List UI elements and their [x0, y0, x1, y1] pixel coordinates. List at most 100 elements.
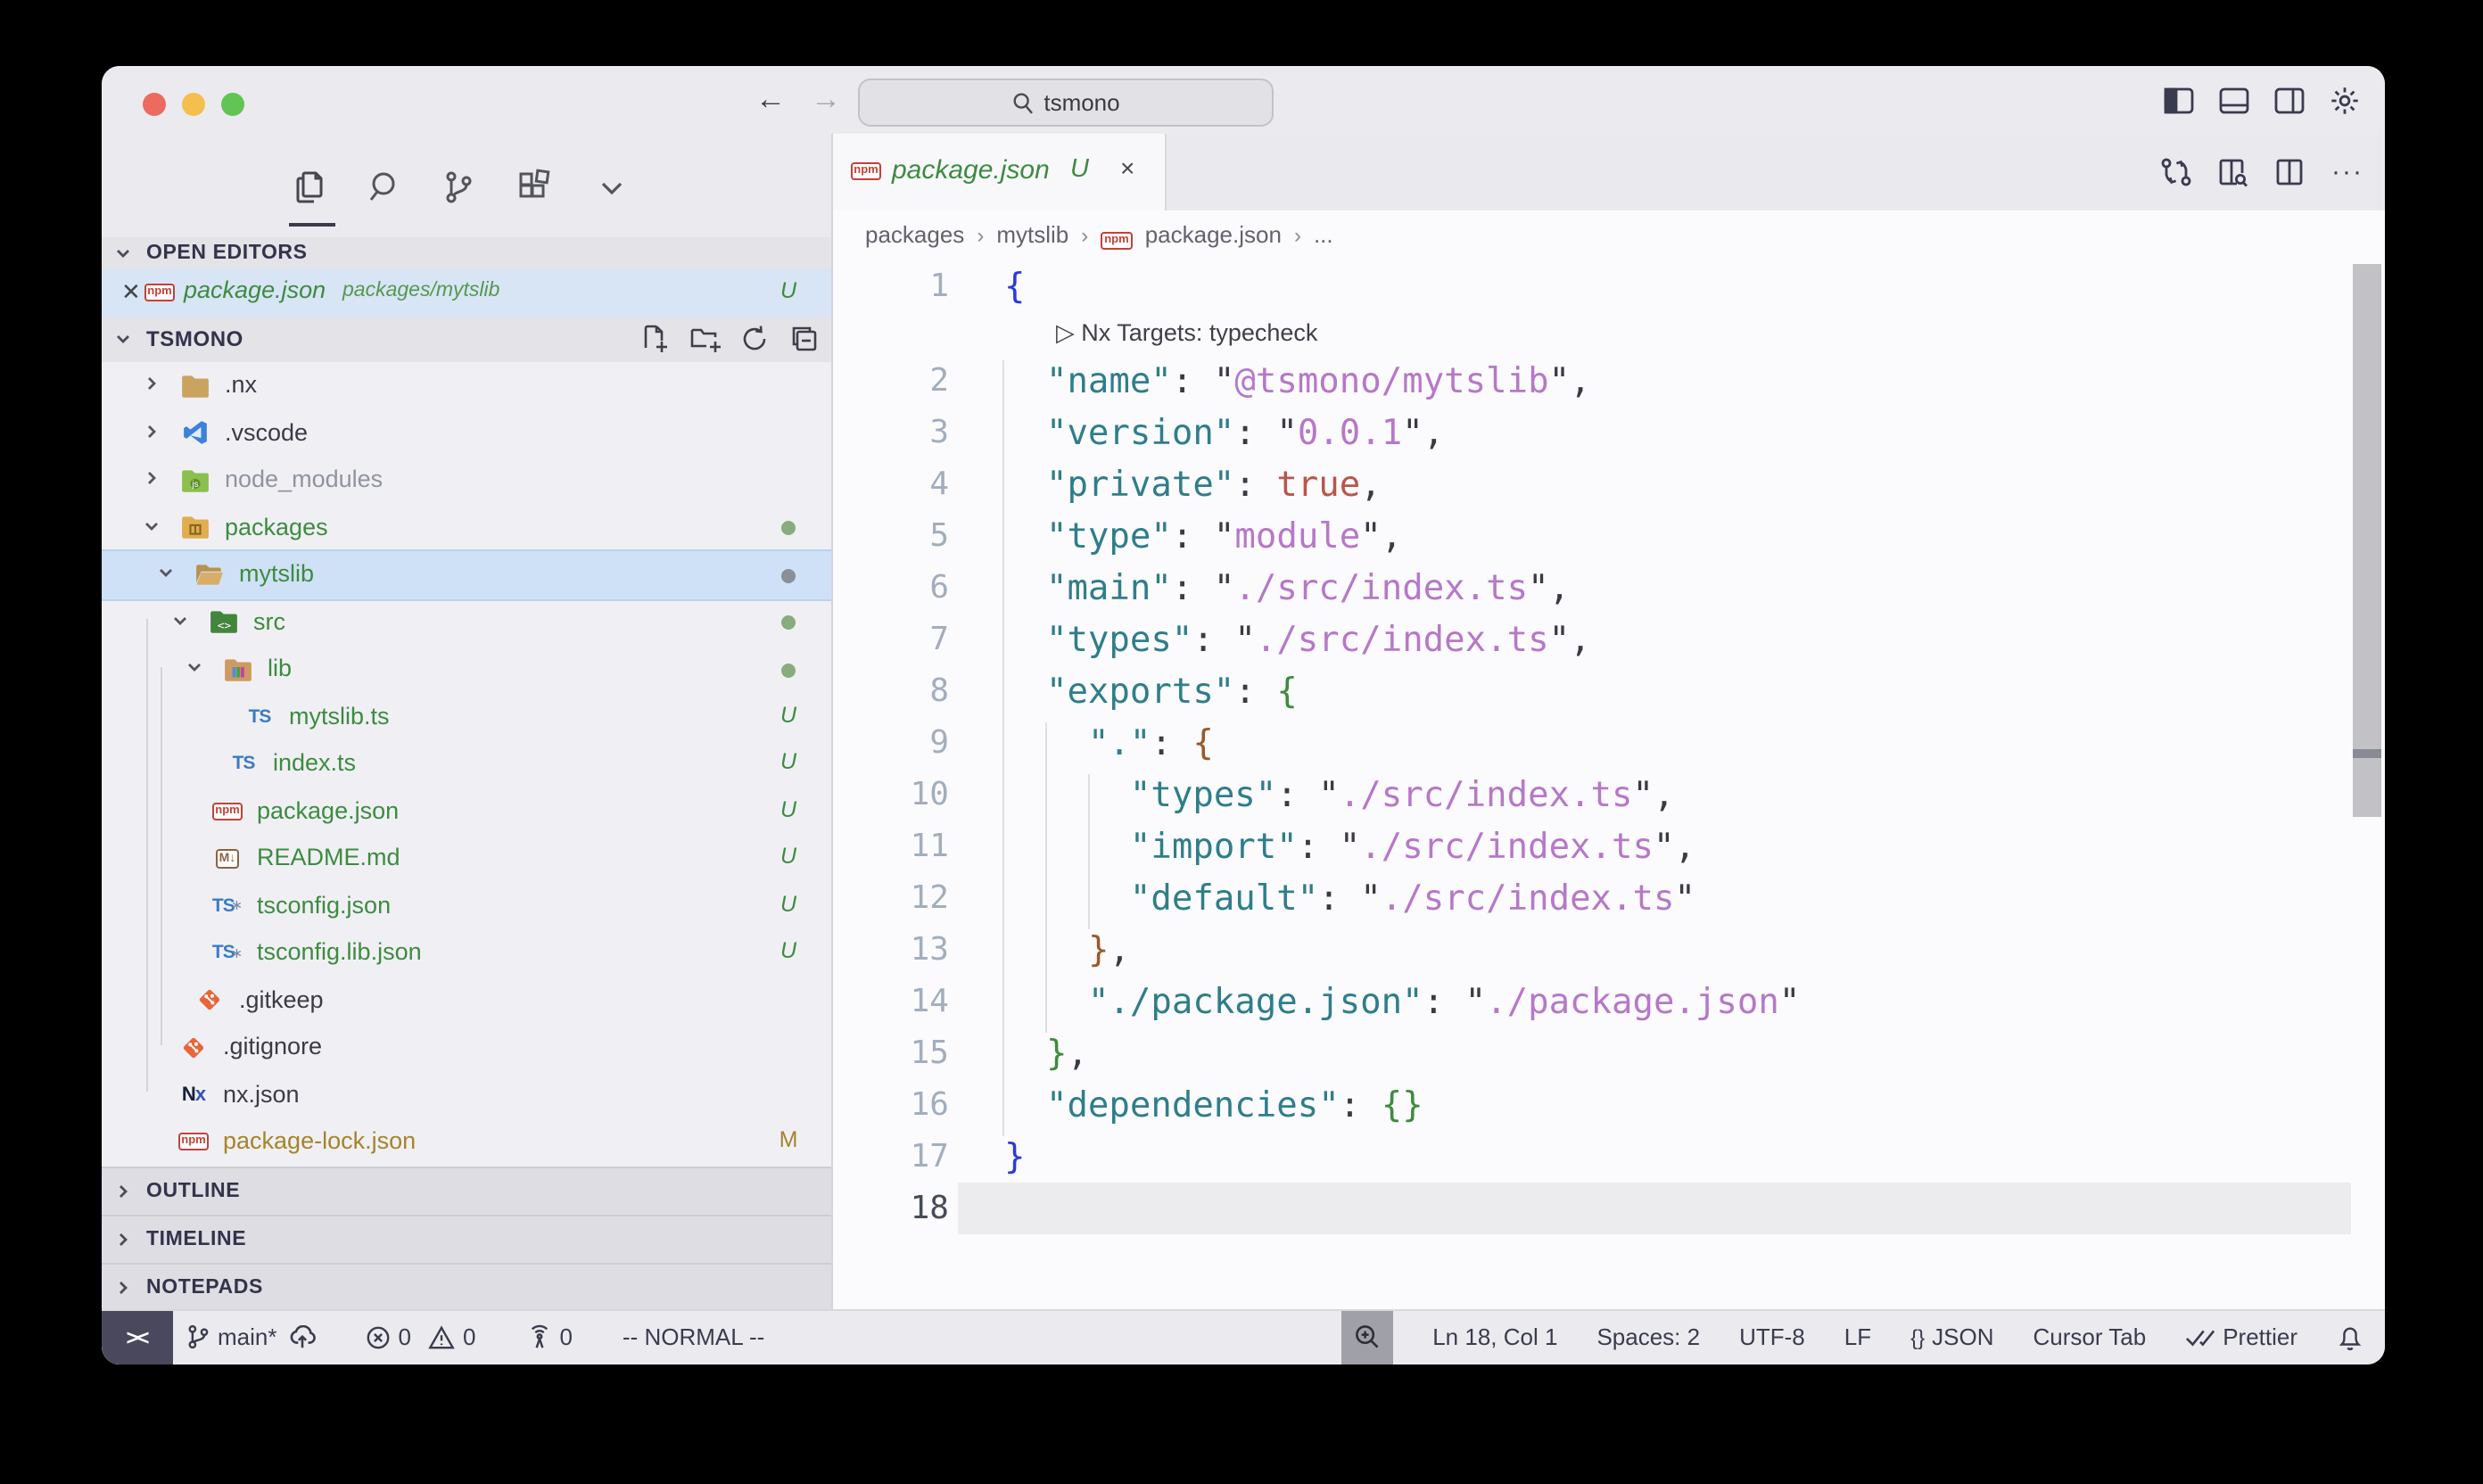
close-tab-icon[interactable]: ×: [1120, 153, 1134, 182]
chevron-down-icon: [157, 564, 175, 581]
code-area[interactable]: 1{▷ Nx Targets: typecheck2 "name": "@tsm…: [833, 260, 2385, 1310]
tree-item-package-json[interactable]: npmpackage.jsonU: [102, 787, 831, 835]
collapse-all-icon[interactable]: [788, 324, 821, 356]
encoding[interactable]: UTF-8: [1739, 1324, 1805, 1351]
eol-sequence[interactable]: LF: [1844, 1324, 1871, 1351]
tree-item-mytslib-ts[interactable]: TSmytslib.tsU: [102, 693, 831, 740]
command-center-search[interactable]: tsmono: [858, 78, 1274, 127]
code-line-6[interactable]: 6 "main": "./src/index.ts",: [833, 562, 2385, 614]
tree-item-label: index.ts: [273, 749, 356, 776]
zoom-indicator[interactable]: [1341, 1310, 1393, 1364]
tree-item-index-ts[interactable]: TSindex.tsU: [102, 740, 831, 787]
code-line-15[interactable]: 15 },: [833, 1027, 2385, 1079]
code-line-8[interactable]: 8 "exports": {: [833, 665, 2385, 717]
outline-section-header[interactable]: OUTLINE: [102, 1166, 831, 1216]
explorer-icon[interactable]: [287, 164, 334, 210]
code-line-2[interactable]: 2 "name": "@tsmono/mytslib",: [833, 355, 2385, 407]
navigate-forward-button[interactable]: →: [806, 82, 846, 118]
notepads-section-header[interactable]: NOTEPADS: [102, 1262, 831, 1312]
search-view-icon[interactable]: [362, 164, 408, 210]
remote-indicator[interactable]: ><: [102, 1310, 172, 1364]
code-line-5[interactable]: 5 "type": "module",: [833, 510, 2385, 562]
zoom-window-button[interactable]: [220, 92, 243, 115]
split-editor-icon[interactable]: [2274, 156, 2306, 188]
toggle-primary-sidebar-icon[interactable]: [2162, 84, 2194, 116]
settings-gear-icon[interactable]: [2328, 84, 2360, 116]
vim-mode[interactable]: -- NORMAL --: [623, 1324, 764, 1351]
ports-status[interactable]: 0: [525, 1324, 572, 1351]
open-editors-header[interactable]: OPEN EDITORS: [102, 237, 831, 269]
editor-actions: ···: [2160, 134, 2363, 210]
scrollbar-thumb[interactable]: [2353, 264, 2381, 817]
notifications-bell-icon[interactable]: [2337, 1323, 2363, 1352]
code-line-12[interactable]: 12 "default": "./src/index.ts": [833, 872, 2385, 924]
code-line-3[interactable]: 3 "version": "0.0.1",: [833, 407, 2385, 458]
breadcrumb-item-packages[interactable]: packages: [865, 222, 964, 249]
problems-status[interactable]: 0 0: [367, 1324, 476, 1351]
breadcrumb-item-mytslib[interactable]: mytslib: [996, 222, 1068, 249]
git-status-badge: U: [772, 749, 804, 774]
run-target-icon[interactable]: ▷: [1056, 319, 1075, 346]
tree-item-nx-json[interactable]: Nxnx.json: [102, 1071, 831, 1118]
open-changes-icon[interactable]: [2160, 156, 2192, 188]
code-line-17[interactable]: 17}: [833, 1131, 2385, 1183]
tree-item--nx[interactable]: .nx: [102, 362, 831, 409]
explorer-section-header[interactable]: TSMONO: [102, 317, 831, 362]
indentation[interactable]: Spaces: 2: [1596, 1324, 1700, 1351]
breadcrumb-tail[interactable]: ...: [1314, 222, 1333, 249]
open-editor-item[interactable]: ✕ npm package.json packages/mytslib U: [102, 269, 831, 317]
tree-item-readme-md[interactable]: M↓README.mdU: [102, 835, 831, 882]
code-line-4[interactable]: 4 "private": true,: [833, 458, 2385, 510]
branch-status[interactable]: main*: [186, 1324, 317, 1351]
code-line-16[interactable]: 16 "dependencies": {}: [833, 1079, 2385, 1131]
timeline-section-header[interactable]: TIMELINE: [102, 1214, 831, 1264]
breadcrumb[interactable]: packages›mytslib›npmpackage.json›...: [833, 210, 2385, 260]
tree-item-tsconfig-json[interactable]: TS∗tsconfig.jsonU: [102, 882, 831, 929]
tree-item-src[interactable]: <>src: [102, 598, 831, 646]
code-line-10[interactable]: 10 "types": "./src/index.ts",: [833, 769, 2385, 820]
breadcrumb-separator: ›: [977, 223, 984, 248]
language-mode[interactable]: {} JSON: [1910, 1324, 1993, 1351]
line-number: 3: [833, 407, 949, 458]
cursor-position[interactable]: Ln 18, Col 1: [1432, 1324, 1557, 1351]
code-line-7[interactable]: 7 "types": "./src/index.ts",: [833, 614, 2385, 665]
tree-item-package-lock-json[interactable]: npmpackage-lock.jsonM: [102, 1118, 831, 1166]
tab-package-json[interactable]: npm package.json U ×: [833, 134, 1167, 210]
more-actions-icon[interactable]: ···: [2331, 156, 2363, 188]
toggle-panel-icon[interactable]: [2217, 84, 2249, 116]
open-preview-icon[interactable]: [2217, 156, 2249, 188]
formatter-status[interactable]: Prettier: [2185, 1324, 2297, 1351]
code-line-13[interactable]: 13 },: [833, 924, 2385, 976]
extensions-icon[interactable]: [510, 164, 557, 210]
code-line-18[interactable]: 18: [833, 1183, 2385, 1234]
code-line-14[interactable]: 14 "./package.json": "./package.json": [833, 976, 2385, 1027]
new-folder-icon[interactable]: [689, 324, 721, 356]
ts-config-icon: TS∗: [212, 938, 243, 967]
tree-item-node-modules[interactable]: jsnode_modules: [102, 457, 831, 504]
code-line-11[interactable]: 11 "import": "./src/index.ts",: [833, 820, 2385, 872]
breadcrumb-item-package.json[interactable]: package.json: [1145, 222, 1282, 249]
status-left: main* 0 0 0 -- NORMAL --: [186, 1310, 764, 1364]
tree-item-lib[interactable]: lib: [102, 646, 831, 693]
code-line-1[interactable]: 1{: [833, 260, 2385, 312]
source-control-icon[interactable]: [435, 164, 482, 210]
tree-item-packages[interactable]: packages: [102, 504, 831, 551]
code-line-9[interactable]: 9 ".": {: [833, 717, 2385, 769]
tree-item--vscode[interactable]: .vscode: [102, 409, 831, 457]
cursor-tab-status[interactable]: Cursor Tab: [2033, 1324, 2147, 1351]
close-window-button[interactable]: [142, 92, 165, 115]
publish-icon: [290, 1325, 317, 1350]
more-views-chevron-icon[interactable]: [589, 164, 635, 210]
tree-item--gitkeep[interactable]: .gitkeep: [102, 977, 831, 1024]
new-file-icon[interactable]: [639, 324, 671, 356]
tree-item--gitignore[interactable]: .gitignore: [102, 1024, 831, 1071]
git-dot-badge: [781, 521, 796, 535]
toggle-secondary-sidebar-icon[interactable]: [2273, 84, 2305, 116]
tree-item-tsconfig-lib-json[interactable]: TS∗tsconfig.lib.jsonU: [102, 929, 831, 977]
refresh-icon[interactable]: [738, 324, 771, 356]
navigate-back-button[interactable]: ←: [751, 82, 790, 118]
codelens[interactable]: ▷ Nx Targets: typecheck: [833, 312, 2385, 355]
tree-item-mytslib[interactable]: mytslib: [102, 549, 831, 600]
close-editor-icon[interactable]: ✕: [121, 278, 141, 307]
minimize-window-button[interactable]: [181, 92, 204, 115]
